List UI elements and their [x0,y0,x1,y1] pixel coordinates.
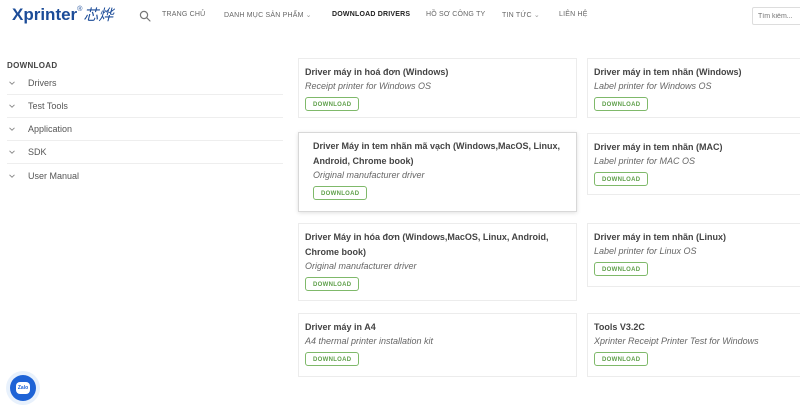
card-title: Tools V3.2C [594,322,645,332]
card-title: Driver Máy in hóa đơn (Windows,MacOS, Li… [305,232,549,257]
card-title: Driver máy in hoá đơn (Windows) [305,67,449,77]
chevron-down-icon [9,127,15,131]
card-subtitle: Label printer for Windows OS [594,81,712,91]
logo-chinese-text: 芯烨 [83,6,114,24]
sidebar-item-label: Application [28,124,73,134]
sidebar-item-label: Test Tools [28,101,68,111]
nav-item-lien-he[interactable]: LIÊN HỆ [559,11,599,19]
card-subtitle: A4 thermal printer installation kit [305,336,434,346]
nav-item-danh-muc[interactable]: DANH MỤC SẢN PHẨM ⌄ [224,11,332,19]
chevron-down-icon: ⌄ [305,12,312,19]
chevron-down-icon [9,150,15,154]
download-button[interactable]: DOWNLOAD [313,186,368,200]
download-button[interactable]: DOWNLOAD [594,262,649,276]
card-title: Driver máy in A4 [305,322,376,332]
download-button[interactable]: DOWNLOAD [594,97,649,111]
download-card: Driver máy in A4 A4 thermal printer inst… [298,313,577,377]
download-button[interactable]: DOWNLOAD [305,352,360,366]
nav-label: HỒ SƠ CÔNG TY [426,11,486,18]
nav-item-tin-tuc[interactable]: TIN TỨC ⌄ [502,11,559,19]
sidebar-menu: Drivers Test Tools Application SDK User … [7,72,283,187]
logo-registered-mark: ® [77,6,83,13]
nav-label: LIÊN HỆ [559,11,588,18]
sidebar-item-label: User Manual [28,170,80,181]
card-subtitle: Xprinter Receipt Printer Test for Window… [594,336,759,346]
main-nav: TRANG CHỦ DANH MỤC SẢN PHẨM ⌄ DOWNLOAD DR… [162,11,599,19]
zalo-label: Zalo [16,382,30,394]
card-subtitle: Label printer for Linux OS [594,246,697,256]
chevron-down-icon: ⌄ [533,12,540,19]
download-button[interactable]: DOWNLOAD [594,352,649,366]
download-card: Tools V3.2C Xprinter Receipt Printer Tes… [587,313,800,377]
download-card: Driver máy in tem nhãn (Windows) Label p… [587,58,800,118]
chevron-down-icon [9,173,15,178]
nav-item-ho-so[interactable]: HỒ SƠ CÔNG TY [426,11,502,19]
download-button[interactable]: DOWNLOAD [594,172,649,186]
card-subtitle: Original manufacturer driver [305,261,417,271]
download-card: Driver máy in hoá đơn (Windows) Receipt … [298,58,577,118]
card-title: Driver máy in tem nhãn (Linux) [594,232,727,242]
sidebar-item-drivers[interactable]: Drivers [7,72,283,95]
nav-label: DANH MỤC SẢN PHẨM [224,12,304,19]
sidebar-title: DOWNLOAD [7,61,58,70]
xprinter-logo[interactable]: Xprinter ® 芯烨 [12,5,113,31]
chevron-down-icon [9,104,15,108]
search-icon[interactable] [139,10,151,22]
sidebar-item-test-tools[interactable]: Test Tools [7,95,283,118]
search-input[interactable] [752,7,800,25]
download-button[interactable]: DOWNLOAD [305,97,360,111]
card-subtitle: Label printer for MAC OS [594,156,696,166]
zalo-chat-button[interactable]: Zalo [6,371,40,405]
nav-item-download-drivers[interactable]: DOWNLOAD DRIVERS [332,11,426,19]
nav-label: DOWNLOAD DRIVERS [332,11,411,18]
download-card: Driver Máy in hóa đơn (Windows,MacOS, Li… [298,223,577,301]
sidebar-item-label: Drivers [28,78,57,88]
card-title: Driver Máy in tem nhãn mã vạch (Windows,… [313,141,560,166]
sidebar-item-user-manual[interactable]: User Manual [7,164,283,187]
card-title: Driver máy in tem nhãn (Windows) [594,67,742,77]
sidebar-item-label: SDK [28,147,47,157]
site-header: Xprinter ® 芯烨 TRANG CHỦ DANH MỤC SẢN PHẨ… [0,0,800,34]
nav-item-trang-chu[interactable]: TRANG CHỦ [162,11,224,19]
sidebar-item-application[interactable]: Application [7,118,283,141]
zalo-icon: Zalo [10,375,36,401]
logo-text: Xprinter [12,5,78,24]
nav-label: TIN TỨC [502,12,532,19]
chevron-down-icon [9,81,15,85]
nav-label: TRANG CHỦ [162,11,206,18]
card-title: Driver máy in tem nhãn (MAC) [594,142,723,152]
download-button[interactable]: DOWNLOAD [305,277,360,291]
card-subtitle: Original manufacturer driver [313,170,425,180]
download-card: Driver máy in tem nhãn (MAC) Label print… [587,133,800,195]
card-subtitle: Receipt printer for Windows OS [305,81,431,91]
sidebar-item-sdk[interactable]: SDK [7,141,283,164]
download-card: Driver máy in tem nhãn (Linux) Label pri… [587,223,800,287]
download-card: Driver Máy in tem nhãn mã vạch (Windows,… [298,132,577,212]
